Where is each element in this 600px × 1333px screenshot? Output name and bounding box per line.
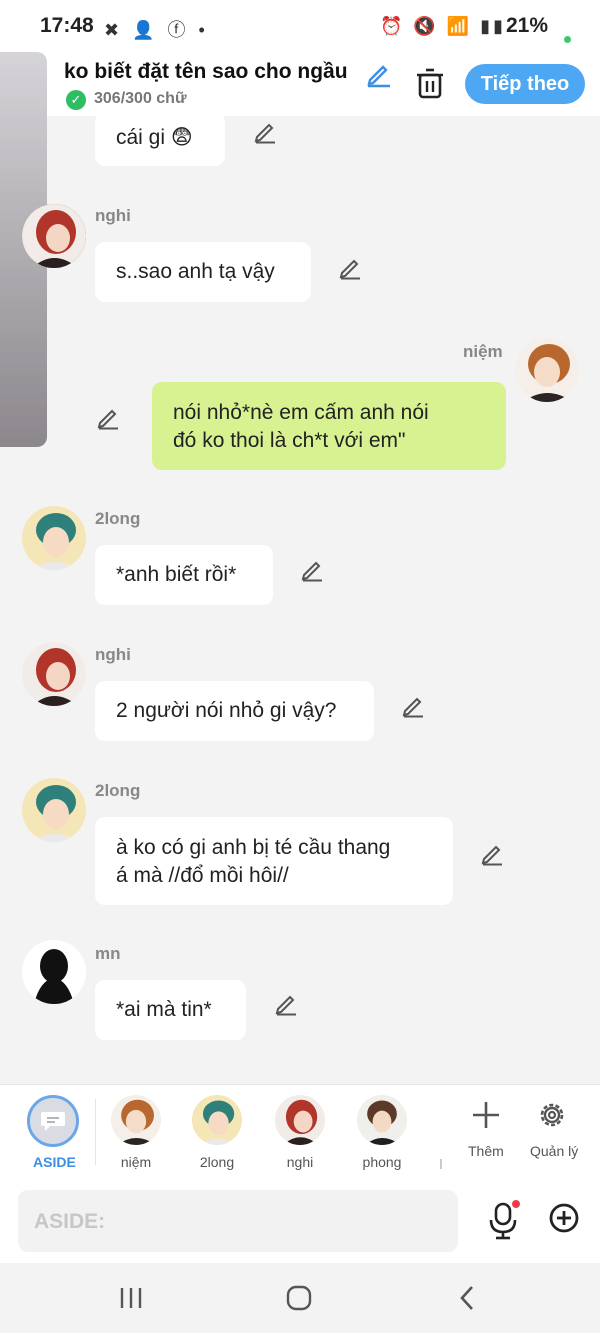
edit-message-icon[interactable] (338, 254, 364, 280)
clock: 17:48 (40, 14, 94, 37)
message-text: *anh biết rồi* (116, 563, 237, 586)
speaker-name: mn (95, 944, 121, 963)
edit-title-icon[interactable] (364, 58, 394, 88)
message-text-line2: đó ko thoi là ch*t với em" (173, 429, 406, 452)
manage-label: Quản lý (530, 1143, 579, 1159)
cast-label: niệm (120, 1154, 152, 1170)
recent-apps-icon[interactable] (118, 1285, 144, 1311)
speaker-name: niệm (463, 342, 503, 361)
check-icon: ✓ (66, 90, 86, 110)
message-bubble[interactable]: cái gi 😨 (95, 112, 225, 166)
input-placeholder: ASIDE: (34, 1210, 106, 1233)
message-text: s..sao anh tạ vậy (116, 260, 275, 283)
battery-level: 21% (506, 14, 549, 37)
message-input[interactable]: ASIDE: (18, 1190, 458, 1252)
cast-avatar-niem[interactable] (111, 1095, 161, 1145)
avatar-2long[interactable] (22, 506, 86, 570)
back-icon[interactable] (454, 1283, 480, 1313)
message-bubble[interactable]: nói nhỏ*nè em cấm anh nói đó ko thoi là … (152, 382, 506, 470)
story-header: ko biết đặt tên sao cho ngầu ✓ 306/300 c… (0, 52, 600, 116)
edit-message-icon[interactable] (480, 840, 506, 866)
microphone-icon[interactable] (486, 1200, 520, 1240)
edit-message-icon[interactable] (96, 404, 122, 430)
avatar-mn[interactable] (22, 940, 86, 1004)
aside-button[interactable] (27, 1095, 79, 1147)
home-icon[interactable] (284, 1283, 314, 1313)
speaker-name: nghi (95, 206, 131, 225)
message-bubble[interactable]: *ai mà tin* (95, 980, 246, 1040)
character-bar: ASIDE niệm 2long nghi phong Thêm Quản lý (0, 1084, 600, 1181)
scroll-fade (440, 1159, 442, 1169)
message-text: *ai mà tin* (116, 998, 212, 1021)
character-count: 306/300 chữ (94, 90, 187, 107)
input-bar: ASIDE: (0, 1180, 600, 1263)
avatar-niem[interactable] (515, 338, 579, 402)
cast-label: nghi (286, 1154, 314, 1170)
cast-avatar-nghi[interactable] (275, 1095, 325, 1145)
avatar-2long[interactable] (22, 778, 86, 842)
message-bubble[interactable]: à ko có gi anh bị té cầu thang á mà //đổ… (95, 817, 453, 905)
speaker-name: 2long (95, 781, 141, 800)
system-nav-bar (0, 1263, 600, 1333)
message-bubble[interactable]: s..sao anh tạ vậy (95, 242, 311, 302)
chat-bubble-icon (41, 1112, 65, 1131)
next-button[interactable]: Tiếp theo (465, 64, 585, 104)
plus-icon (473, 1102, 499, 1128)
charging-dot (564, 36, 571, 43)
message-text: cái gi 😨 (116, 126, 193, 149)
avatar-nghi[interactable] (22, 204, 86, 268)
avatar-nghi[interactable] (22, 642, 86, 706)
edit-message-icon[interactable] (274, 990, 300, 1016)
trash-icon[interactable] (414, 66, 446, 100)
cast-label: phong (362, 1154, 402, 1170)
status-bar: 17:48 ✖ 👤 ⓕ • ⏰ 🔇 📶 ▮▮ 21% (0, 0, 600, 52)
speaker-name: 2long (95, 509, 141, 528)
message-bubble[interactable]: 2 người nói nhỏ gi vậy? (95, 681, 374, 741)
gear-icon (540, 1103, 564, 1127)
edit-message-icon[interactable] (300, 556, 326, 582)
notification-icons: ✖ 👤 ⓕ • (104, 20, 209, 40)
message-text-line2: á mà //đổ mồi hôi// (116, 864, 289, 887)
aside-label: ASIDE (33, 1154, 76, 1170)
story-title: ko biết đặt tên sao cho ngầu (64, 60, 348, 83)
message-text-line1: nói nhỏ*nè em cấm anh nói (173, 401, 429, 424)
edit-message-icon[interactable] (253, 118, 279, 144)
edit-message-icon[interactable] (401, 692, 427, 718)
cast-avatar-2long[interactable] (192, 1095, 242, 1145)
system-icons: ⏰ 🔇 📶 ▮▮ (380, 16, 507, 36)
message-text-line1: à ko có gi anh bị té cầu thang (116, 836, 391, 859)
message-bubble[interactable]: *anh biết rồi* (95, 545, 273, 605)
add-label: Thêm (468, 1143, 504, 1159)
add-circle-icon[interactable] (548, 1202, 580, 1234)
speaker-name: nghi (95, 645, 131, 664)
cast-avatar-phong[interactable] (357, 1095, 407, 1145)
message-text: 2 người nói nhỏ gi vậy? (116, 699, 337, 722)
cast-label: 2long (199, 1154, 235, 1170)
